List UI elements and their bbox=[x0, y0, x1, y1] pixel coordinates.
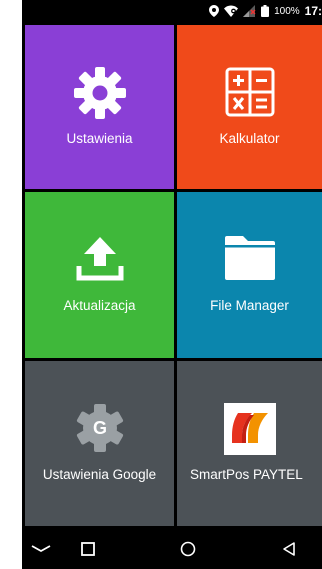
tile-ustawienia-google[interactable]: G Ustawienia Google bbox=[22, 361, 177, 529]
launcher-grid: Ustawienia Kalkulator Aktualizacja File … bbox=[22, 22, 322, 529]
gear-icon bbox=[25, 67, 174, 119]
tile-aktualizacja[interactable]: Aktualizacja bbox=[22, 192, 177, 361]
upload-icon bbox=[25, 234, 174, 284]
tile-label: Ustawienia bbox=[66, 131, 133, 146]
recents-icon[interactable] bbox=[77, 539, 99, 559]
calculator-icon bbox=[177, 67, 322, 117]
status-bar: 100% 17: bbox=[22, 0, 322, 22]
wifi-icon bbox=[224, 5, 239, 17]
tile-ustawienia[interactable]: Ustawienia bbox=[22, 22, 177, 192]
hide-keyboard-icon[interactable] bbox=[28, 539, 54, 559]
google-settings-icon: G bbox=[25, 403, 174, 453]
back-icon[interactable] bbox=[278, 539, 300, 559]
tile-label: File Manager bbox=[210, 298, 289, 313]
navigation-bar bbox=[22, 529, 322, 569]
battery-percent: 100% bbox=[274, 5, 300, 17]
battery-icon bbox=[261, 5, 270, 17]
tile-file-manager[interactable]: File Manager bbox=[177, 192, 322, 361]
tile-smartpos-paytel[interactable]: SmartPos PAYTEL bbox=[177, 361, 322, 529]
paytel-logo-icon bbox=[177, 403, 322, 455]
signal-icon bbox=[243, 5, 256, 17]
home-icon[interactable] bbox=[177, 539, 199, 559]
location-icon bbox=[209, 5, 220, 17]
clock: 17: bbox=[304, 4, 322, 18]
device-screen: 100% 17: Ustawienia Kalkulator Aktualiza… bbox=[22, 0, 322, 569]
tile-label: Kalkulator bbox=[219, 131, 280, 146]
folder-icon bbox=[177, 234, 322, 282]
tile-label: Ustawienia Google bbox=[42, 467, 157, 482]
tile-kalkulator[interactable]: Kalkulator bbox=[177, 22, 322, 192]
tile-label: SmartPos PAYTEL bbox=[190, 467, 303, 482]
svg-text:G: G bbox=[92, 418, 106, 438]
tile-label: Aktualizacja bbox=[63, 298, 136, 313]
